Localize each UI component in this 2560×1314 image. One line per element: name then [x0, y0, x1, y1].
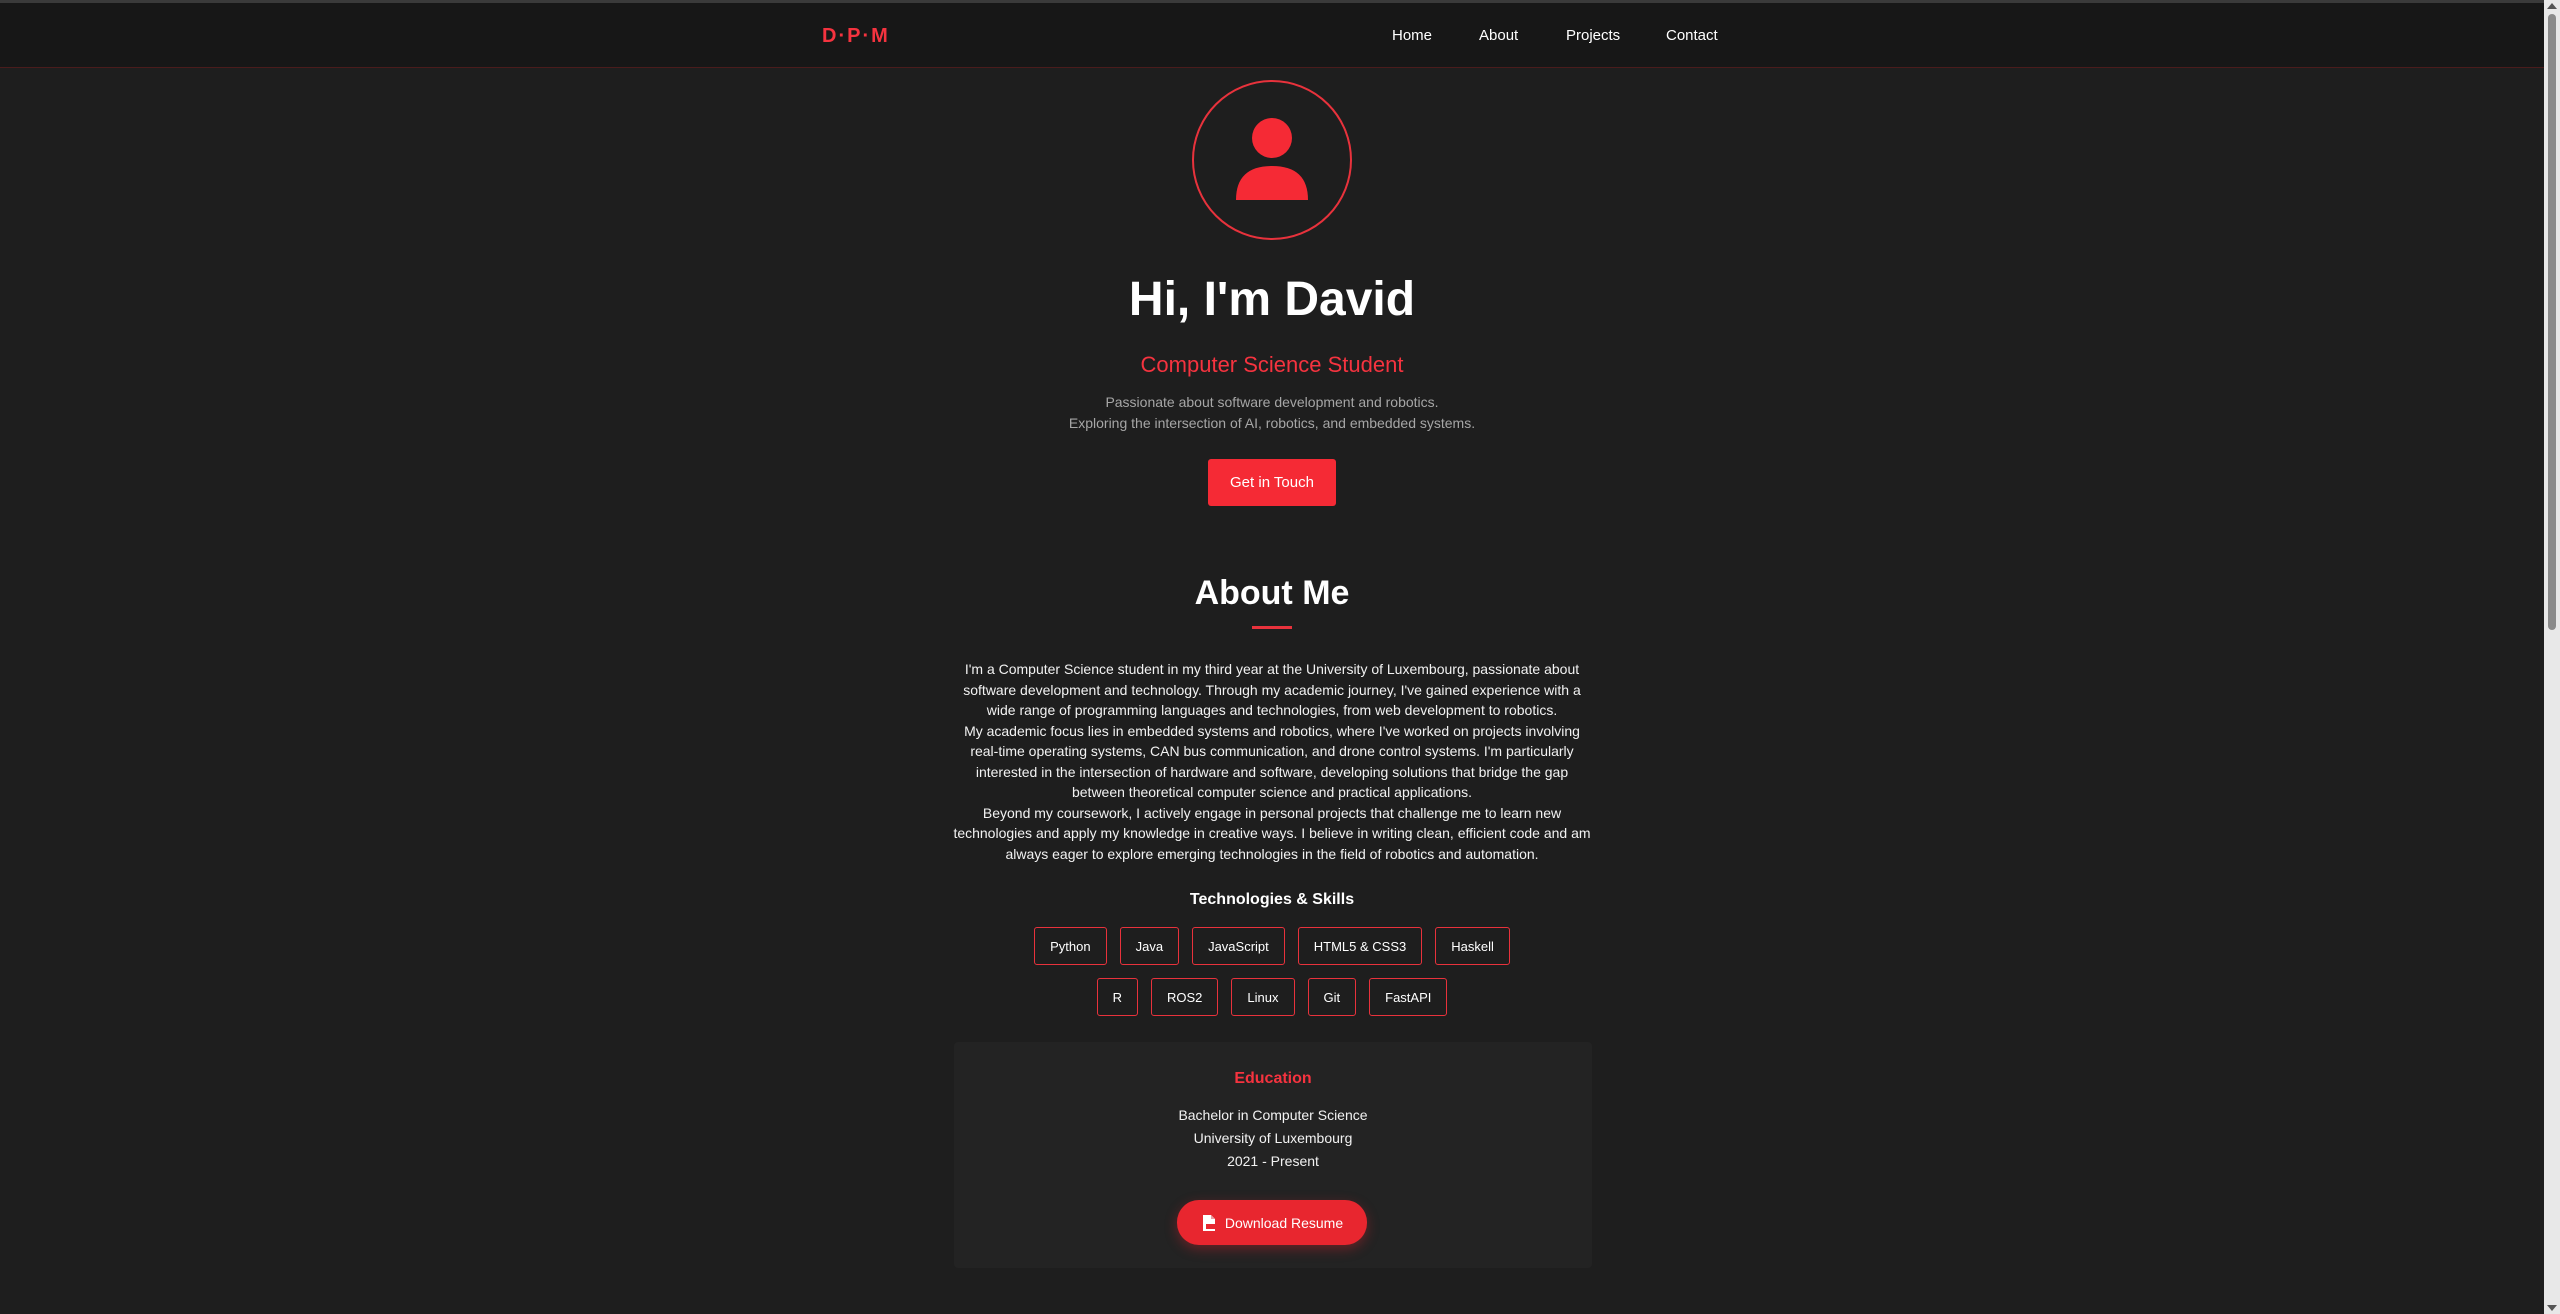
education-school: University of Luxembourg — [1193, 1130, 1353, 1146]
skill-chip-git: Git — [1307, 978, 1357, 1016]
nav-link-projects[interactable]: Projects — [1566, 27, 1620, 44]
hero-description: Passionate about software development an… — [0, 392, 2544, 434]
skill-chip-python: Python — [1034, 927, 1107, 965]
education-title: Education — [1234, 1070, 1312, 1087]
user-icon — [1236, 118, 1308, 200]
skill-chip-html-css: HTML5 & CSS3 — [1297, 927, 1423, 965]
skills-row-1: Python Java JavaScript HTML5 & CSS3 Hask… — [0, 927, 2544, 965]
download-resume-button[interactable]: Download Resume — [1177, 1200, 1367, 1245]
about-underline — [1252, 626, 1292, 629]
hero-subtitle: Computer Science Student — [1140, 352, 1404, 377]
scroll-thumb[interactable] — [2548, 14, 2556, 630]
education-card: Education Bachelor in Computer Science U… — [954, 1042, 1592, 1268]
education-degree: Bachelor in Computer Science — [1178, 1107, 1368, 1123]
scroll-down-arrow-icon[interactable] — [2547, 1305, 2557, 1311]
about-paragraph-1: I'm a Computer Science student in my thi… — [963, 661, 1581, 718]
nav-link-contact[interactable]: Contact — [1666, 27, 1718, 44]
hero-desc-line-2: Exploring the intersection of AI, roboti… — [1068, 415, 1476, 431]
hero-desc-line-1: Passionate about software development an… — [1105, 394, 1439, 410]
skill-chip-java: Java — [1119, 927, 1180, 965]
about-paragraph-3: Beyond my coursework, I actively engage … — [953, 804, 1591, 862]
nav-link-about[interactable]: About — [1479, 27, 1518, 44]
get-in-touch-button[interactable]: Get in Touch — [1208, 459, 1336, 506]
education-years: 2021 - Present — [1227, 1153, 1319, 1169]
skill-chip-fastapi: FastAPI — [1369, 978, 1448, 1016]
about-text: I'm a Computer Science student in my thi… — [950, 659, 1594, 864]
about-title: About Me — [1194, 574, 1350, 612]
site-logo[interactable]: D·P·M — [822, 25, 890, 48]
skill-chip-r: R — [1096, 978, 1139, 1016]
page-scrollbar[interactable] — [2544, 0, 2560, 1314]
skill-chip-ros2: ROS2 — [1151, 978, 1219, 1016]
nav-link-home[interactable]: Home — [1392, 27, 1432, 44]
scroll-up-arrow-icon[interactable] — [2547, 3, 2557, 9]
skills-row-2: R ROS2 Linux Git FastAPI — [0, 978, 2544, 1016]
skill-chip-linux: Linux — [1231, 978, 1295, 1016]
hero-title: Hi, I'm David — [1128, 273, 1416, 326]
skills-title: Technologies & Skills — [1189, 891, 1355, 908]
profile-avatar — [1192, 80, 1352, 240]
skill-chip-javascript: JavaScript — [1192, 927, 1285, 965]
file-pdf-icon — [1202, 1214, 1215, 1231]
download-resume-label: Download Resume — [1224, 1214, 1344, 1231]
skill-chip-haskell: Haskell — [1435, 927, 1510, 965]
about-paragraph-2: My academic focus lies in embedded syste… — [964, 722, 1580, 801]
top-navbar: D·P·M Home About Projects Contact — [0, 0, 2544, 68]
